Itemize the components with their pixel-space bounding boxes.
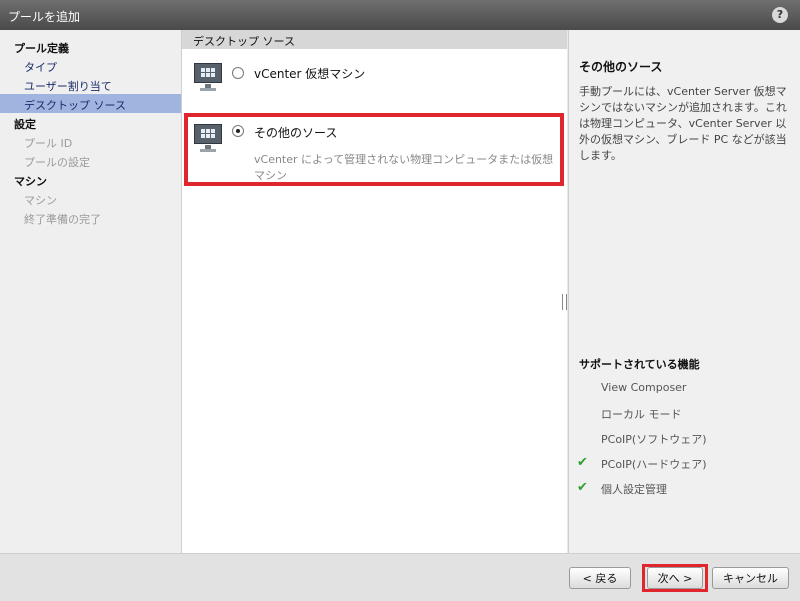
panel-header: デスクトップ ソース: [182, 30, 567, 49]
info-title: その他のソース: [579, 60, 663, 74]
nav-section-machines: マシン: [14, 175, 47, 188]
nav-item-user-assignment[interactable]: ユーザー割り当て: [24, 78, 112, 94]
nav-item-machines: マシン: [24, 194, 57, 207]
info-description: 手動プールには、vCenter Server 仮想マシンではないマシンが追加され…: [579, 85, 787, 162]
nav-section-settings: 設定: [14, 118, 36, 131]
nav-item-ready-to-complete: 終了準備の完了: [24, 213, 101, 226]
nav-item-desktop-source-label: デスクトップ ソース: [24, 99, 126, 112]
nav-item-type[interactable]: タイプ: [24, 59, 57, 75]
wizard-sidebar: プール定義 タイプ ユーザー割り当て デスクトップ ソース 設定 プール ID …: [0, 30, 182, 553]
desktop-source-panel: デスクトップ ソース vCenter 仮想マシン その他のソース vCenter…: [182, 30, 567, 553]
vcenter-vm-radio[interactable]: [232, 67, 244, 79]
nav-item-desktop-source[interactable]: デスクトップ ソース: [0, 94, 181, 113]
back-button[interactable]: < 戻る: [569, 567, 631, 589]
nav-section-pool-definition: プール定義: [14, 42, 69, 55]
supported-features-title: サポートされている機能: [579, 358, 700, 371]
add-pool-dialog: プールを追加 ? プール定義 タイプ ユーザー割り当て デスクトップ ソース 設…: [0, 0, 800, 601]
nav-item-pool-settings: プールの設定: [24, 156, 90, 169]
selection-highlight-box: [184, 113, 564, 186]
panel-header-label: デスクトップ ソース: [193, 35, 295, 48]
dialog-title: プールを追加: [8, 10, 81, 24]
panel-splitter[interactable]: [562, 294, 567, 310]
check-icon: ✔: [577, 455, 588, 470]
feature-pcoip-hardware: PCoIP(ハードウェア): [601, 458, 707, 471]
help-icon[interactable]: ?: [772, 7, 788, 23]
check-icon: ✔: [577, 480, 588, 495]
feature-view-composer: View Composer: [601, 381, 687, 394]
vcenter-vm-label[interactable]: vCenter 仮想マシン: [254, 65, 365, 82]
info-panel: その他のソース 手動プールには、vCenter Server 仮想マシンではない…: [568, 30, 800, 553]
nav-item-pool-id: プール ID: [24, 137, 73, 150]
feature-pcoip-software: PCoIP(ソフトウェア): [601, 433, 707, 446]
next-button-highlight-box: [642, 564, 708, 592]
feature-persona-management: 個人設定管理: [601, 483, 667, 496]
vcenter-vm-icon: [194, 63, 222, 91]
feature-local-mode: ローカル モード: [601, 408, 682, 421]
cancel-button[interactable]: キャンセル: [712, 567, 789, 589]
title-bar: プールを追加 ?: [0, 0, 800, 30]
